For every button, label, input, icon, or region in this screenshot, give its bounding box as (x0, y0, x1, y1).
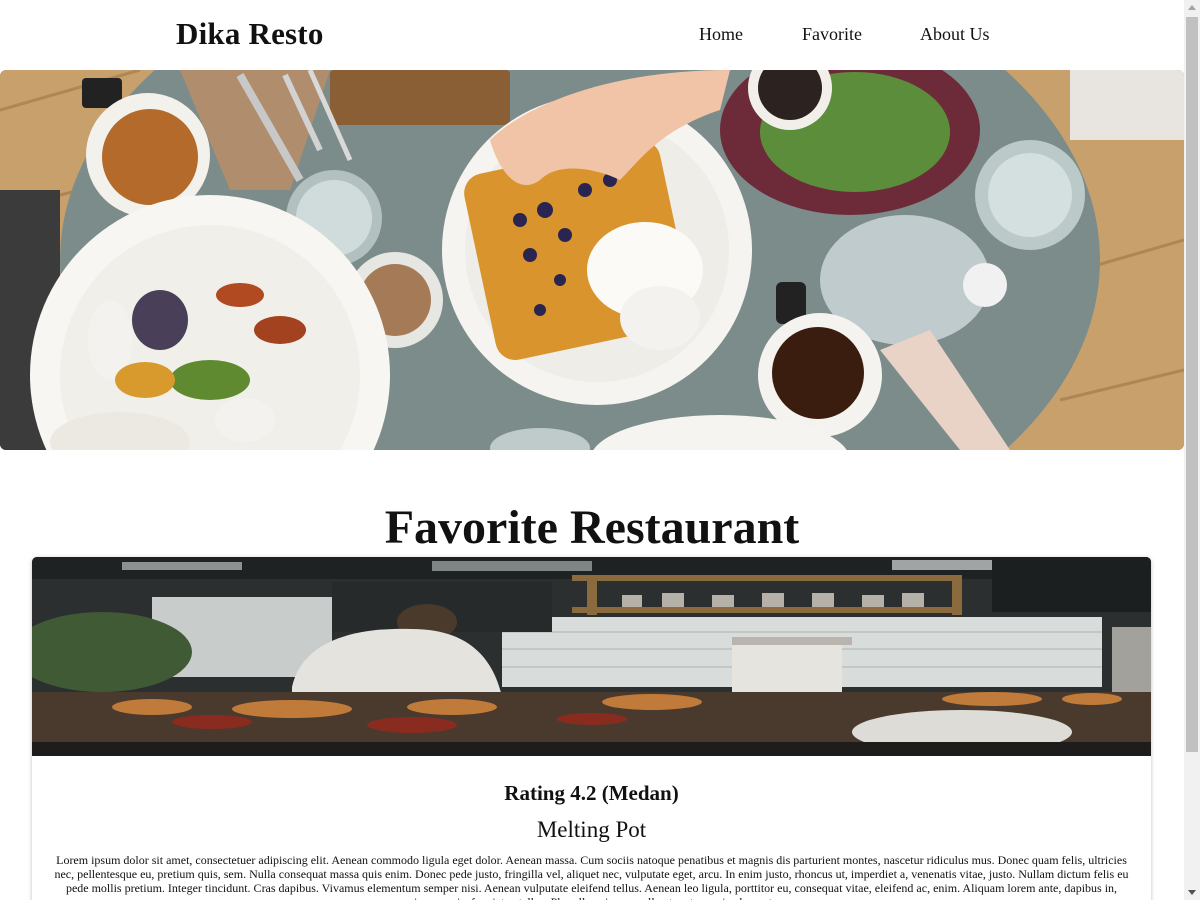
nav-link-about-us[interactable]: About Us (920, 24, 990, 45)
nav-link-favorite[interactable]: Favorite (802, 24, 862, 45)
nav-link-home[interactable]: Home (699, 24, 743, 45)
triangle-up-icon[interactable] (1184, 0, 1200, 16)
section-title: Favorite Restaurant (384, 501, 800, 554)
vertical-scrollbar[interactable] (1184, 0, 1200, 900)
restaurant-name[interactable]: Melting Pot (32, 817, 1151, 843)
hero-image (0, 70, 1184, 450)
restaurant-rating: Rating 4.2 (Medan) (504, 781, 679, 805)
scrollbar-thumb[interactable] (1186, 17, 1198, 752)
restaurant-image (32, 557, 1151, 756)
restaurant-description: Lorem ipsum dolor sit amet, consectetuer… (54, 853, 1129, 900)
navbar: Dika Resto Home Favorite About Us (0, 0, 1184, 70)
triangle-down-icon[interactable] (1184, 884, 1200, 900)
brand-logo[interactable]: Dika Resto (176, 16, 324, 52)
restaurant-card[interactable]: Rating 4.2 (Medan) Melting Pot Lorem ips… (32, 557, 1151, 900)
